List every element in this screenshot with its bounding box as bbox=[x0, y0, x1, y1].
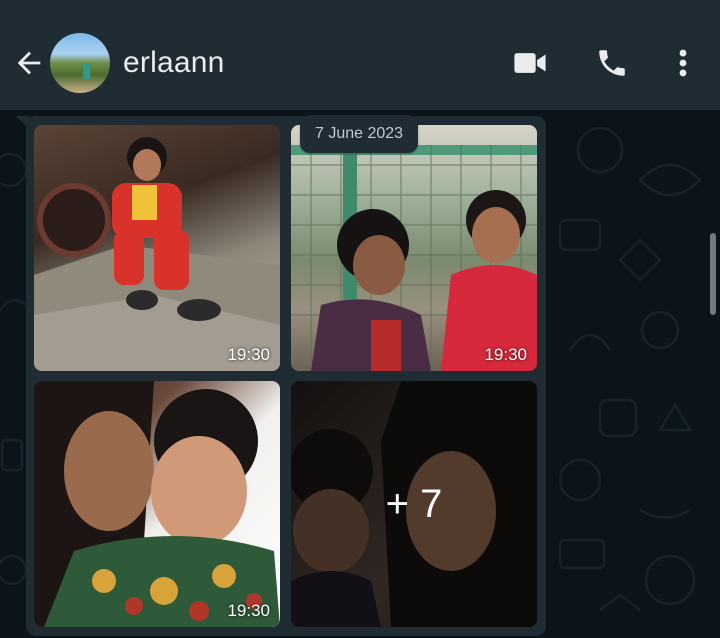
more-vertical-icon[interactable] bbox=[670, 46, 696, 80]
photo-thumbnail[interactable]: 19:30 bbox=[34, 381, 280, 627]
contact-name[interactable]: erlaann bbox=[123, 46, 224, 80]
photo-timestamp: 19:30 bbox=[227, 345, 270, 364]
photo-image bbox=[34, 381, 280, 627]
photo-timestamp: 19:30 bbox=[227, 601, 270, 620]
phone-icon[interactable] bbox=[594, 46, 630, 80]
date-separator: 7 June 2023 bbox=[300, 115, 419, 153]
more-photos-count: + 7 bbox=[385, 481, 443, 526]
chat-header: erlaann bbox=[0, 0, 720, 110]
photo-thumbnail-more[interactable]: + 7 bbox=[291, 381, 537, 627]
arrow-left-icon[interactable] bbox=[12, 46, 46, 80]
photo-thumbnail[interactable]: 19:30 bbox=[34, 125, 280, 371]
photo-image bbox=[291, 145, 537, 371]
scrollbar[interactable] bbox=[710, 233, 716, 315]
photo-timestamp: 19:30 bbox=[484, 345, 527, 364]
photo-thumbnail[interactable]: 19:30 bbox=[291, 125, 537, 371]
avatar[interactable] bbox=[50, 33, 110, 93]
photo-image bbox=[34, 137, 280, 371]
video-camera-icon[interactable] bbox=[512, 46, 548, 80]
